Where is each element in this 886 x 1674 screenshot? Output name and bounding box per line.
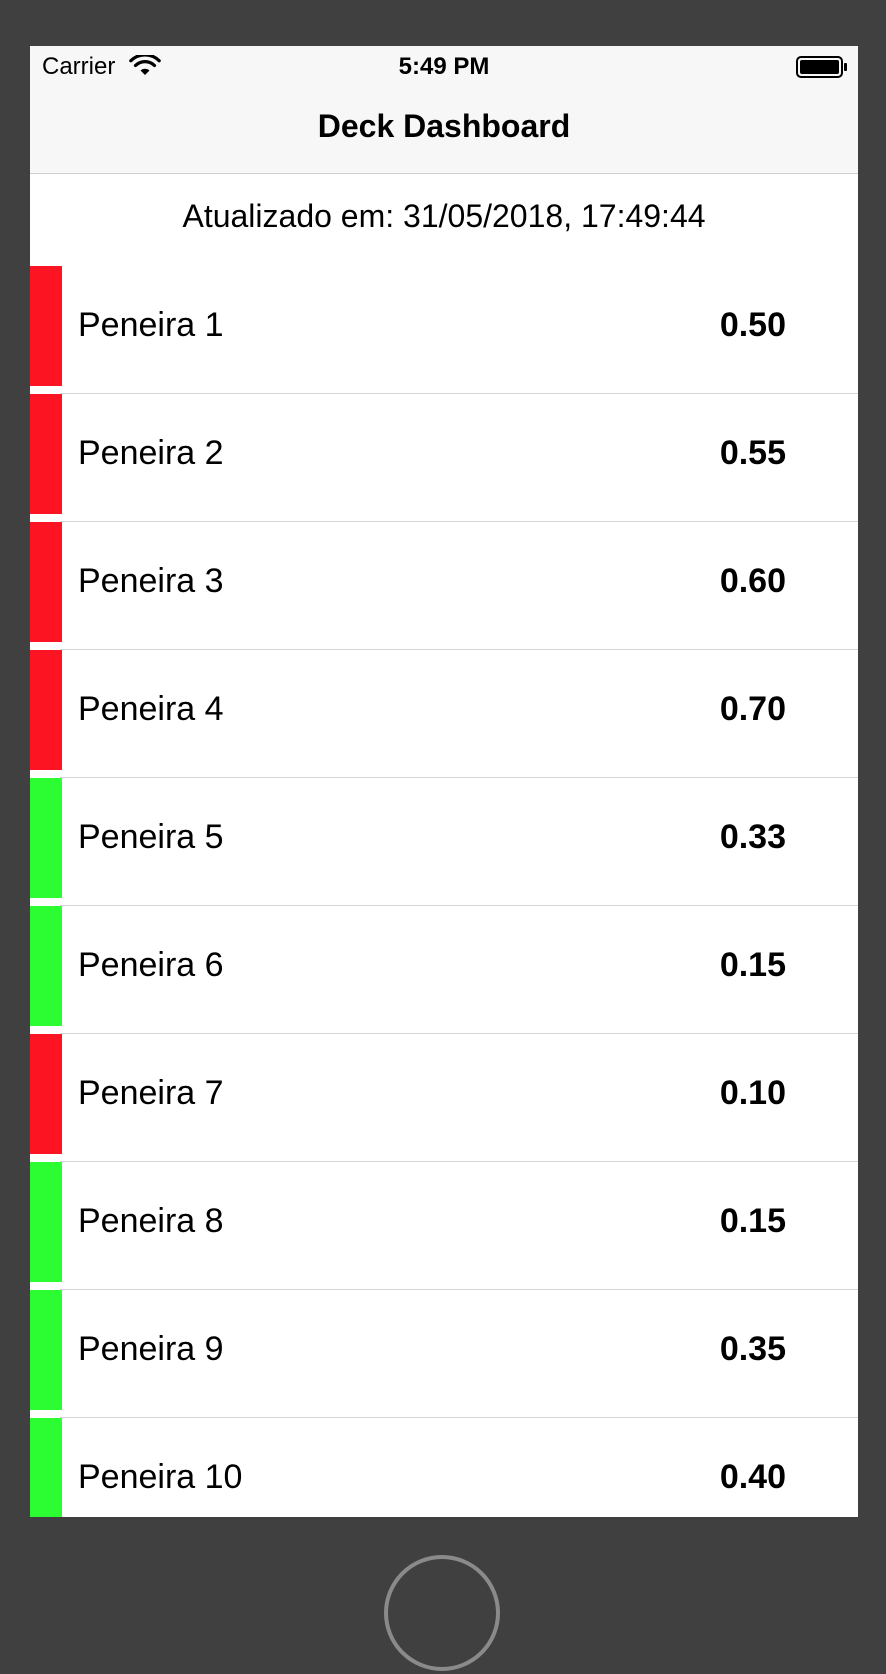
sieve-value: 0.60 xyxy=(719,562,786,600)
sieve-label: Peneira 2 xyxy=(78,434,224,472)
sieve-label: Peneira 4 xyxy=(78,690,224,728)
list-item[interactable]: Peneira 6 0.15 xyxy=(30,906,858,1034)
last-updated-label: Atualizado em: 31/05/2018, 17:49:44 xyxy=(182,198,706,234)
sieve-list: Peneira 1 0.50 Peneira 2 0.55 Peneira 3 0.60 P… xyxy=(30,266,858,1517)
list-item[interactable]: Peneira 8 0.15 xyxy=(30,1162,858,1290)
sieve-label: Peneira 5 xyxy=(78,818,224,856)
list-item[interactable]: Peneira 5 0.33 xyxy=(30,778,858,906)
sieve-value: 0.35 xyxy=(719,1330,786,1368)
status-indicator xyxy=(30,394,62,514)
app-screen: Carrier 5:49 PM Deck Dashboard Atualizad… xyxy=(30,46,858,1517)
status-indicator xyxy=(30,650,62,770)
sieve-value: 0.15 xyxy=(719,946,786,984)
sieve-value: 0.40 xyxy=(719,1458,786,1496)
list-item[interactable]: Peneira 3 0.60 xyxy=(30,522,858,650)
status-indicator xyxy=(30,266,62,386)
list-item[interactable]: Peneira 4 0.70 xyxy=(30,650,858,778)
status-time: 5:49 PM xyxy=(398,53,490,80)
sieve-label: Peneira 6 xyxy=(78,946,224,984)
navigation-bar: Deck Dashboard xyxy=(30,86,858,174)
status-indicator xyxy=(30,906,62,1026)
battery-icon xyxy=(796,56,847,78)
list-item[interactable]: Peneira 7 0.10 xyxy=(30,1034,858,1162)
status-indicator xyxy=(30,1162,62,1282)
sieve-value: 0.50 xyxy=(719,306,786,344)
list-item[interactable]: Peneira 9 0.35 xyxy=(30,1290,858,1418)
sieve-label: Peneira 9 xyxy=(78,1330,224,1368)
status-bar: Carrier 5:49 PM xyxy=(30,46,858,86)
status-indicator xyxy=(30,1290,62,1410)
status-indicator xyxy=(30,522,62,642)
sieve-label: Peneira 7 xyxy=(78,1074,224,1112)
sieve-value: 0.70 xyxy=(719,690,786,728)
list-item[interactable]: Peneira 1 0.50 xyxy=(30,266,858,394)
status-indicator xyxy=(30,1034,62,1154)
status-indicator xyxy=(30,1418,62,1517)
status-indicator xyxy=(30,778,62,898)
sieve-label: Peneira 8 xyxy=(78,1202,224,1240)
sieve-label: Peneira 10 xyxy=(78,1458,243,1496)
sieve-value: 0.15 xyxy=(719,1202,786,1240)
list-item[interactable]: Peneira 10 0.40 xyxy=(30,1418,858,1517)
sieve-value: 0.33 xyxy=(719,818,786,856)
home-button[interactable] xyxy=(384,1555,500,1671)
sieve-label: Peneira 1 xyxy=(78,306,224,344)
sieve-value: 0.55 xyxy=(719,434,786,472)
sieve-label: Peneira 3 xyxy=(78,562,224,600)
list-item[interactable]: Peneira 2 0.55 xyxy=(30,394,858,522)
sieve-value: 0.10 xyxy=(719,1074,786,1112)
page-title: Deck Dashboard xyxy=(317,108,571,144)
